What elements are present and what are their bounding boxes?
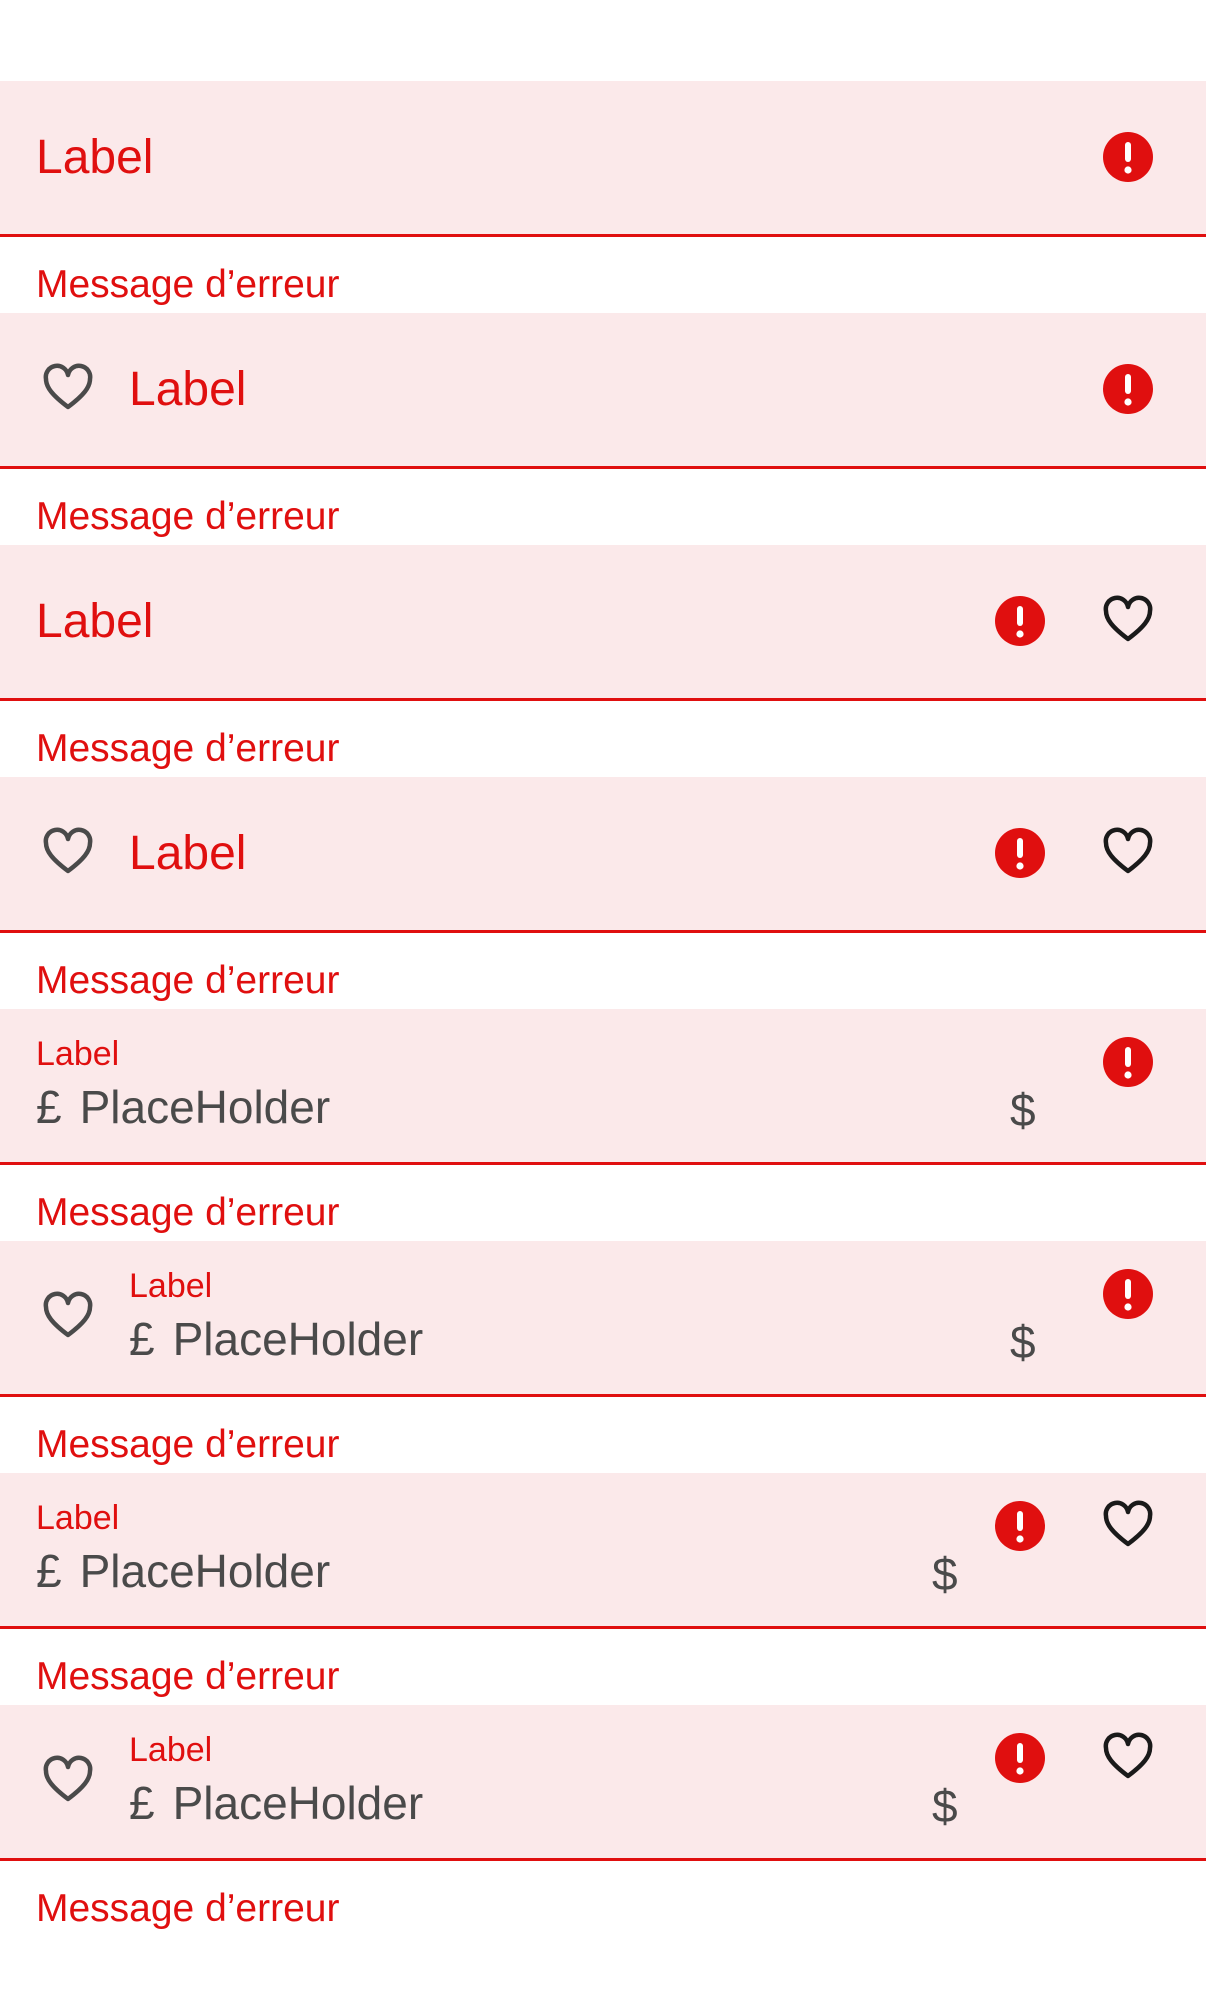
text-field-error-with-value-both-icons[interactable]: Label £ PlaceHolder $ <box>0 1705 1206 1861</box>
text-field-error-both-icons[interactable]: Label <box>0 777 1206 933</box>
field-input[interactable]: £ PlaceHolder <box>36 1545 330 1597</box>
currency-suffix: $ <box>1010 1084 1036 1136</box>
heart-icon[interactable] <box>42 1291 94 1343</box>
currency-prefix: £ <box>36 1545 62 1597</box>
error-message: Message d’erreur <box>36 959 340 1002</box>
field-input[interactable]: £ PlaceHolder <box>129 1777 423 1829</box>
text-field-error-with-value[interactable]: Label £ PlaceHolder $ <box>0 1009 1206 1165</box>
text-field-error-with-value-trailing-icon[interactable]: Label £ PlaceHolder $ <box>0 1473 1206 1629</box>
text-field-error[interactable]: Label <box>0 81 1206 237</box>
heart-icon[interactable] <box>1102 1500 1154 1552</box>
heart-icon[interactable] <box>1102 1732 1154 1784</box>
error-text-fields-showcase: Label Message d’erreur Label Message d’e… <box>0 0 1206 2015</box>
error-message: Message d’erreur <box>36 495 340 538</box>
heart-icon[interactable] <box>42 1755 94 1807</box>
heart-icon[interactable] <box>1102 595 1154 647</box>
alert-circle-icon <box>994 1500 1046 1552</box>
currency-suffix: $ <box>1010 1316 1036 1368</box>
error-message: Message d’erreur <box>36 263 340 306</box>
text-field-error-trailing-icon[interactable]: Label <box>0 545 1206 701</box>
placeholder-text: PlaceHolder <box>172 1313 424 1365</box>
placeholder-text: PlaceHolder <box>172 1777 424 1829</box>
currency-prefix: £ <box>129 1777 155 1829</box>
alert-circle-icon <box>994 827 1046 879</box>
field-label: Label <box>36 130 154 184</box>
text-field-error-with-value-leading-icon[interactable]: Label £ PlaceHolder $ <box>0 1241 1206 1397</box>
placeholder-text: PlaceHolder <box>79 1545 331 1597</box>
alert-circle-icon <box>994 595 1046 647</box>
alert-circle-icon <box>1102 363 1154 415</box>
field-label: Label <box>36 594 154 648</box>
field-label: Label <box>129 826 247 880</box>
field-label: Label <box>129 362 247 416</box>
alert-circle-icon <box>994 1732 1046 1784</box>
alert-circle-icon <box>1102 131 1154 183</box>
error-message: Message d’erreur <box>36 1423 340 1466</box>
field-label: Label <box>129 1267 213 1305</box>
field-label: Label <box>36 1499 120 1537</box>
currency-prefix: £ <box>36 1081 62 1133</box>
heart-icon[interactable] <box>42 827 94 879</box>
currency-suffix: $ <box>932 1780 958 1832</box>
placeholder-text: PlaceHolder <box>79 1081 331 1133</box>
error-message: Message d’erreur <box>36 727 340 770</box>
text-field-error-leading-icon[interactable]: Label <box>0 313 1206 469</box>
field-label: Label <box>129 1731 213 1769</box>
currency-suffix: $ <box>932 1548 958 1600</box>
currency-prefix: £ <box>129 1313 155 1365</box>
error-message: Message d’erreur <box>36 1655 340 1698</box>
field-label: Label <box>36 1035 120 1073</box>
error-message: Message d’erreur <box>36 1191 340 1234</box>
field-input[interactable]: £ PlaceHolder <box>36 1081 330 1133</box>
heart-icon[interactable] <box>1102 827 1154 879</box>
alert-circle-icon <box>1102 1268 1154 1320</box>
error-message: Message d’erreur <box>36 1887 340 1930</box>
field-input[interactable]: £ PlaceHolder <box>129 1313 423 1365</box>
alert-circle-icon <box>1102 1036 1154 1088</box>
heart-icon[interactable] <box>42 363 94 415</box>
